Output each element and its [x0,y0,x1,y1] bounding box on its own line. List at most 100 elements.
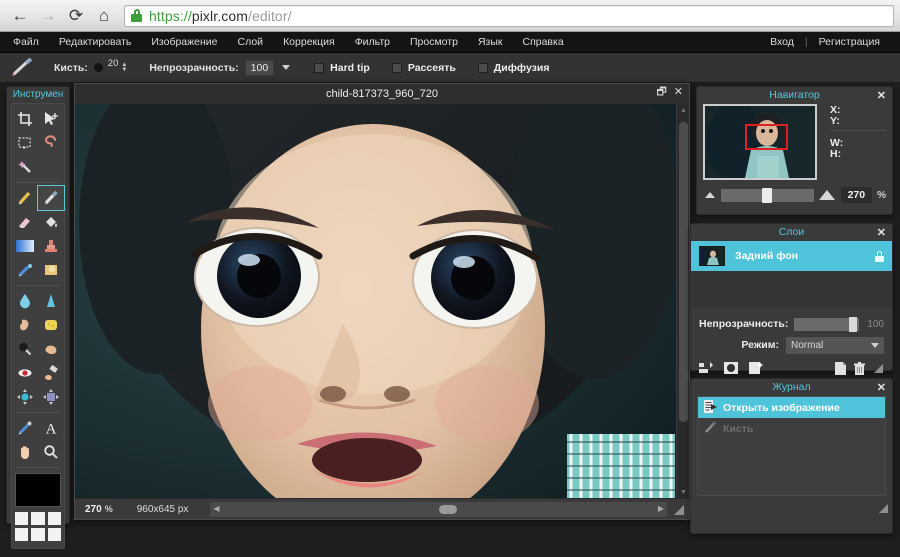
red-eye-tool-icon[interactable] [12,361,38,385]
dodge-tool-icon[interactable] [12,337,38,361]
layer-reorder-icon[interactable] [699,362,713,376]
layers-titlebar[interactable]: Слои ✕ [691,224,892,241]
zoom-slider-handle[interactable] [762,188,772,203]
opacity-input[interactable]: 100 [245,60,275,76]
drawing-tool-icon[interactable] [38,258,64,282]
palette-swatch[interactable] [31,528,44,541]
history-item-brush[interactable]: Кисть [698,418,885,439]
navigator-thumbnail[interactable] [703,104,817,180]
scroll-up-arrow-icon[interactable]: ▲ [677,104,690,117]
scatter-checkbox[interactable]: Рассеять [392,62,456,74]
close-icon[interactable]: ✕ [877,380,886,396]
register-link[interactable]: Регистрация [809,32,890,53]
close-window-icon[interactable]: ✕ [674,87,683,98]
brush-preview-icon[interactable] [94,63,103,72]
layer-mode-select[interactable]: Normal [786,337,884,354]
smudge-tool-icon[interactable] [12,313,38,337]
menu-view[interactable]: Просмотр [400,32,468,53]
horizontal-scroll-thumb[interactable] [439,505,457,514]
close-icon[interactable]: ✕ [877,225,886,241]
navigator-titlebar[interactable]: Навигатор ✕ [697,87,892,104]
vertical-scroll-thumb[interactable] [679,122,688,422]
navigator-zoom-input[interactable]: 270 [841,187,873,203]
new-layer-icon[interactable] [835,362,846,377]
history-item-open-image[interactable]: Открыть изображение [698,397,885,418]
history-titlebar[interactable]: Журнал ✕ [691,379,892,396]
delete-layer-icon[interactable] [854,362,865,377]
canvas-horizontal-scrollbar[interactable]: ◀ ▶ [210,502,667,517]
replace-color-tool-icon[interactable] [12,258,38,282]
layer-opacity-slider[interactable] [794,318,859,331]
forward-arrow-icon[interactable]: → [34,3,62,29]
zoom-slider-track[interactable] [721,189,814,202]
restore-window-icon[interactable]: 🗗 [656,87,666,98]
login-link[interactable]: Вход [757,32,804,53]
url-bar[interactable]: https://pixlr.com/editor/ [124,5,894,27]
menu-filter[interactable]: Фильтр [345,32,400,53]
sponge-tool-icon[interactable] [38,313,64,337]
blur-tool-icon[interactable] [12,289,38,313]
resize-grip-icon[interactable] [673,503,685,515]
burn-tool-icon[interactable] [38,337,64,361]
panel-resize-grip-icon[interactable] [879,504,888,513]
spot-heal-tool-icon[interactable] [38,361,64,385]
palette-swatch[interactable] [48,512,61,525]
checkbox-box[interactable] [478,63,488,73]
chevron-down-icon[interactable] [871,343,879,348]
navigator-viewport-rect[interactable] [745,124,788,150]
pencil-tool-icon[interactable] [12,186,38,210]
hard-tip-checkbox[interactable]: Hard tip [314,62,370,74]
type-tool-icon[interactable]: A [38,416,64,440]
menu-edit[interactable]: Редактировать [49,32,142,53]
layer-mask-icon[interactable] [724,362,738,376]
menu-file[interactable]: Файл [0,32,49,53]
move-tool-icon[interactable] [38,107,64,131]
pinch-tool-icon[interactable] [38,385,64,409]
palette-swatch[interactable] [15,512,28,525]
color-picker-tool-icon[interactable] [12,416,38,440]
sharpen-tool-icon[interactable] [38,289,64,313]
canvas-vertical-scrollbar[interactable]: ▲ ▼ [676,104,689,499]
brush-size-value[interactable]: 20 [108,58,119,69]
panel-resize-grip-icon[interactable] [873,363,884,376]
brush-size-stepper[interactable]: ▲▼ [121,63,127,73]
menu-adjustment[interactable]: Коррекция [273,32,345,53]
layer-style-icon[interactable] [749,362,763,376]
layer-opacity-handle[interactable] [849,317,857,332]
scroll-right-arrow-icon[interactable]: ▶ [658,504,664,513]
brush-tool-icon[interactable] [38,186,64,210]
bloat-tool-icon[interactable] [12,385,38,409]
paint-bucket-tool-icon[interactable] [38,210,64,234]
checkbox-box[interactable] [392,63,402,73]
menu-language[interactable]: Язык [468,32,513,53]
layer-row-background[interactable]: Задний фон [691,241,892,271]
gradient-tool-icon[interactable] [12,234,38,258]
reload-icon[interactable]: ⟳ [62,3,90,29]
opacity-dropdown-icon[interactable] [282,65,290,70]
palette-swatch[interactable] [48,528,61,541]
lock-icon[interactable] [875,251,884,262]
large-mountain-icon[interactable] [819,190,835,200]
checkbox-box[interactable] [314,63,324,73]
palette-swatch[interactable] [31,512,44,525]
back-arrow-icon[interactable]: ← [6,3,34,29]
hand-tool-icon[interactable] [12,440,38,464]
diffusion-checkbox[interactable]: Диффузия [478,62,550,74]
image-canvas[interactable] [75,104,689,499]
palette-swatch[interactable] [15,528,28,541]
zoom-tool-icon[interactable] [38,440,64,464]
color-palette-grid[interactable] [15,512,61,541]
small-mountain-icon[interactable] [705,192,715,198]
home-icon[interactable]: ⌂ [90,3,118,29]
marquee-select-tool-icon[interactable] [12,131,38,155]
scroll-left-arrow-icon[interactable]: ◀ [213,504,219,513]
foreground-color-swatch[interactable] [15,473,61,507]
lasso-tool-icon[interactable] [38,131,64,155]
menu-help[interactable]: Справка [512,32,573,53]
document-titlebar[interactable]: child-817373_960_720 🗗 ✕ [75,84,689,104]
crop-tool-icon[interactable] [12,107,38,131]
eraser-tool-icon[interactable] [12,210,38,234]
magic-wand-tool-icon[interactable] [12,155,38,179]
menu-layer[interactable]: Слой [228,32,274,53]
close-icon[interactable]: ✕ [877,88,886,104]
